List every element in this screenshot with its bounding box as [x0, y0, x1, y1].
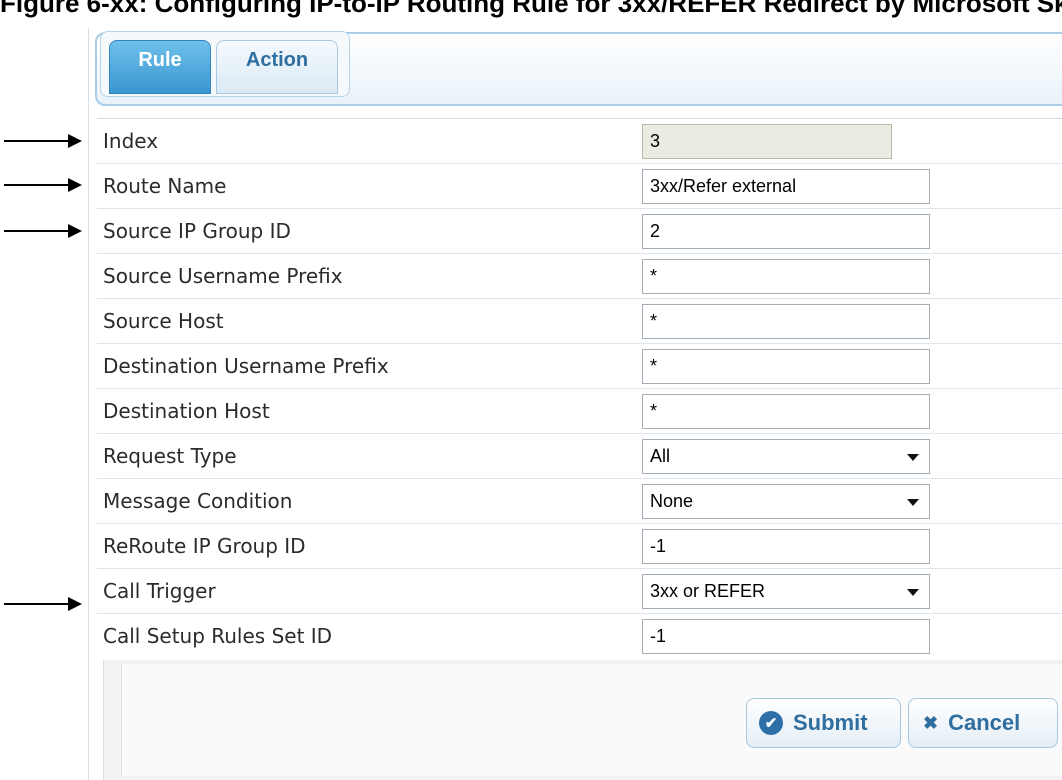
callout-arrow-call-trigger — [4, 597, 82, 611]
field-label: Source Host — [103, 309, 224, 333]
call-trigger-select[interactable]: 3xx or REFER — [642, 574, 930, 609]
callout-arrow-route-name — [4, 178, 82, 192]
form-rows: Index 3 Route Name 3xx/Refer external So… — [97, 118, 1062, 658]
reroute-ip-group-id-input[interactable]: -1 — [642, 529, 930, 564]
field-value: * — [650, 401, 658, 421]
field-label: Index — [103, 129, 159, 153]
figure-caption: Figure 6-xx: Configuring IP-to-IP Routin… — [0, 0, 1062, 18]
x-icon: ✖ — [923, 712, 939, 733]
tab-action[interactable]: Action — [216, 40, 338, 94]
field-value: None — [650, 491, 694, 511]
form-row-source-ip-group-id: Source IP Group ID 2 — [97, 208, 1062, 253]
field-value: 3xx/Refer external — [650, 176, 797, 196]
form-row-request-type: Request Type All — [97, 433, 1062, 478]
chevron-down-icon — [907, 499, 919, 506]
field-value: -1 — [650, 536, 667, 556]
form-row-call-setup-rules-set-id: Call Setup Rules Set ID -1 — [97, 613, 1062, 658]
index-field: 3 — [642, 124, 892, 159]
field-label: Source Username Prefix — [103, 264, 343, 288]
tab-rule[interactable]: Rule — [109, 40, 211, 94]
source-username-prefix-input[interactable]: * — [642, 259, 930, 294]
field-value: All — [650, 446, 671, 466]
field-value: * — [650, 356, 658, 376]
chevron-down-icon — [907, 454, 919, 461]
source-host-input[interactable]: * — [642, 304, 930, 339]
field-label: Request Type — [103, 444, 237, 468]
form-row-source-username-prefix: Source Username Prefix * — [97, 253, 1062, 298]
field-label: Source IP Group ID — [103, 219, 291, 243]
tab-rule-label: Rule — [138, 48, 182, 71]
field-label: Message Condition — [103, 489, 293, 513]
source-ip-group-id-input[interactable]: 2 — [642, 214, 930, 249]
request-type-select[interactable]: All — [642, 439, 930, 474]
form-row-index: Index 3 — [97, 118, 1062, 163]
tab-action-label: Action — [245, 48, 309, 71]
submit-label: Submit — [793, 710, 868, 735]
form-row-destination-username-prefix: Destination Username Prefix * — [97, 343, 1062, 388]
field-label: Destination Username Prefix — [103, 354, 389, 378]
field-label: Destination Host — [103, 399, 270, 423]
destination-host-input[interactable]: * — [642, 394, 930, 429]
form-row-message-condition: Message Condition None — [97, 478, 1062, 523]
field-value: -1 — [650, 626, 667, 646]
field-value: 3xx or REFER — [650, 581, 766, 601]
field-value: 2 — [650, 221, 661, 241]
destination-username-prefix-input[interactable]: * — [642, 349, 930, 384]
form-row-route-name: Route Name 3xx/Refer external — [97, 163, 1062, 208]
route-name-input[interactable]: 3xx/Refer external — [642, 169, 930, 204]
field-label: Call Trigger — [103, 579, 216, 603]
message-condition-select[interactable]: None — [642, 484, 930, 519]
field-label: Route Name — [103, 174, 227, 198]
form-row-call-trigger: Call Trigger 3xx or REFER — [97, 568, 1062, 613]
field-label: Call Setup Rules Set ID — [103, 624, 333, 648]
field-value: * — [650, 266, 658, 286]
form-row-reroute-ip-group-id: ReRoute IP Group ID -1 — [97, 523, 1062, 568]
cancel-button[interactable]: ✖ Cancel — [908, 698, 1058, 748]
callout-arrow-source-ip-group-id — [4, 224, 82, 238]
call-setup-rules-set-id-input[interactable]: -1 — [642, 619, 930, 654]
chevron-down-icon — [907, 589, 919, 596]
field-label: ReRoute IP Group ID — [103, 534, 306, 558]
check-circle-icon: ✔ — [759, 711, 783, 735]
cancel-label: Cancel — [948, 710, 1021, 735]
field-value: * — [650, 311, 658, 331]
submit-button[interactable]: ✔ Submit — [746, 698, 901, 748]
callout-arrow-index — [4, 134, 82, 148]
form-row-source-host: Source Host * — [97, 298, 1062, 343]
field-value: 3 — [650, 131, 661, 151]
form-row-destination-host: Destination Host * — [97, 388, 1062, 433]
